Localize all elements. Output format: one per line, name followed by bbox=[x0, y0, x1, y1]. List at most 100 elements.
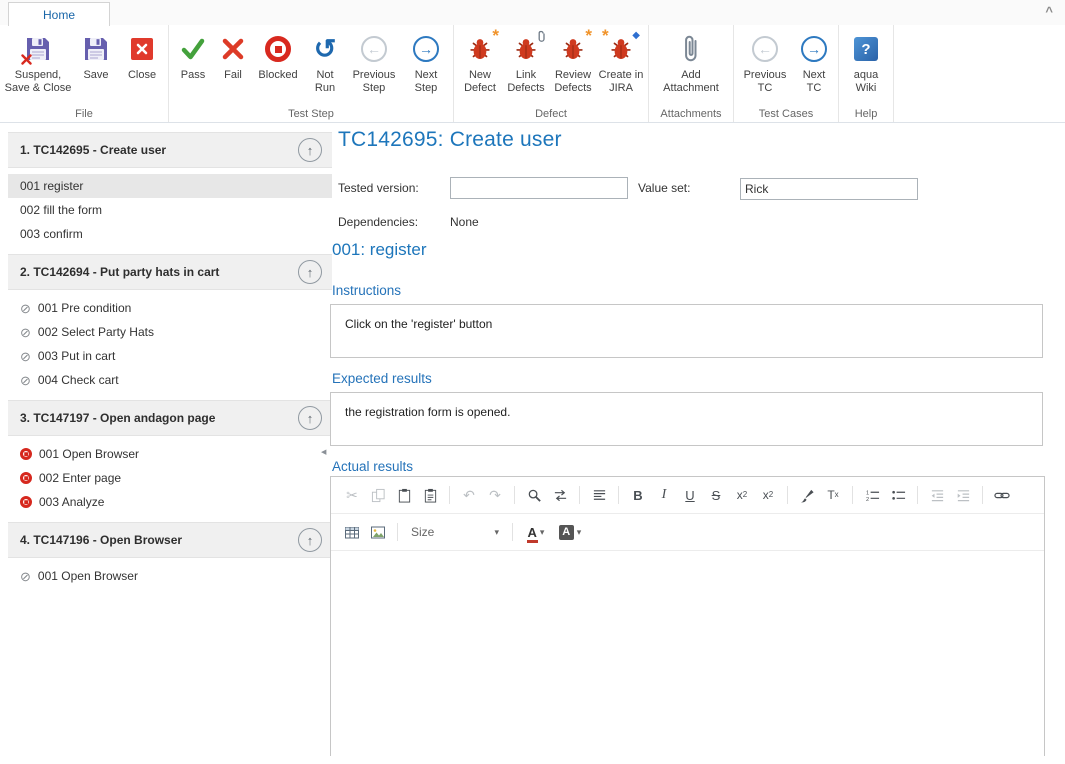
underline-button[interactable]: U bbox=[678, 483, 702, 507]
scroll-to-top-icon[interactable]: ↑ bbox=[298, 528, 322, 552]
link-button[interactable] bbox=[990, 483, 1014, 507]
aqua-test-execution-window: Home ^ Suspend, Save & Close Save bbox=[0, 0, 1065, 764]
close-button[interactable]: Close bbox=[120, 25, 164, 82]
step-label: 001 Open Browser bbox=[38, 569, 138, 583]
next-step-button[interactable]: → Next Step bbox=[403, 25, 449, 95]
step-item[interactable]: ⊘ 001 Open Browser bbox=[8, 564, 332, 588]
strikethrough-button[interactable]: S bbox=[704, 483, 728, 507]
aqua-wiki-button[interactable]: ? aqua Wiki bbox=[843, 25, 889, 95]
new-defect-button[interactable]: * New Defect bbox=[458, 25, 502, 95]
tab-home[interactable]: Home bbox=[8, 2, 110, 26]
format-painter-button[interactable] bbox=[795, 483, 819, 507]
step-list: 001 register 002 fill the form 003 confi… bbox=[8, 168, 332, 246]
testcase-title: 2. TC142694 - Put party hats in cart bbox=[20, 265, 298, 279]
expected-results-heading: Expected results bbox=[332, 371, 432, 386]
find-button[interactable] bbox=[522, 483, 546, 507]
subscript-button[interactable]: x2 bbox=[730, 483, 754, 507]
next-tc-button[interactable]: → Next TC bbox=[794, 25, 834, 95]
tested-version-input[interactable] bbox=[450, 177, 628, 199]
increase-indent-button[interactable] bbox=[951, 483, 975, 507]
not-run-icon: ⊘ bbox=[20, 302, 31, 315]
step-list: ⊘ 001 Pre condition ⊘002 Select Party Hat… bbox=[8, 290, 332, 392]
group-label-defect: Defect bbox=[454, 108, 648, 120]
pass-label: Pass bbox=[181, 69, 205, 82]
step-item[interactable]: ⊘002 Select Party Hats bbox=[8, 320, 332, 344]
not-run-icon: ⊘ bbox=[20, 570, 31, 583]
testcase-header[interactable]: 4. TC147196 - Open Browser ↑ bbox=[8, 522, 332, 558]
text-color-swatch bbox=[527, 540, 538, 543]
font-size-select[interactable]: Size ▾ bbox=[405, 520, 505, 544]
scroll-to-top-icon[interactable]: ↑ bbox=[298, 260, 322, 284]
scroll-to-top-icon[interactable]: ↑ bbox=[298, 138, 322, 162]
paste-plain-text-button[interactable] bbox=[418, 483, 442, 507]
instructions-text: Click on the 'register' button bbox=[345, 317, 492, 331]
toolbar-separator bbox=[449, 486, 450, 504]
background-color-button[interactable]: A ▾ bbox=[554, 520, 586, 544]
italic-button[interactable]: I bbox=[652, 483, 676, 507]
cut-button[interactable]: ✂ bbox=[340, 483, 364, 507]
bullet-list-button[interactable] bbox=[886, 483, 910, 507]
blocked-button[interactable]: Blocked bbox=[253, 25, 303, 82]
scroll-to-top-icon[interactable]: ↑ bbox=[298, 406, 322, 430]
step-label: 001 Pre condition bbox=[38, 301, 131, 315]
testcase-section: 2. TC142694 - Put party hats in cart ↑ ⊘… bbox=[8, 254, 332, 392]
superscript-button[interactable]: x2 bbox=[756, 483, 780, 507]
remove-format-button[interactable]: Tx bbox=[821, 483, 845, 507]
decrease-indent-button[interactable] bbox=[925, 483, 949, 507]
step-label: 002 Select Party Hats bbox=[38, 325, 154, 339]
collapse-ribbon-icon[interactable]: ^ bbox=[1045, 4, 1053, 19]
splitter-collapse-icon[interactable]: ◀ bbox=[321, 448, 326, 456]
testcase-title: 4. TC147196 - Open Browser bbox=[20, 533, 298, 547]
step-item[interactable]: 002 fill the form bbox=[8, 198, 332, 222]
step-item[interactable]: 003 confirm bbox=[8, 222, 332, 246]
review-defects-button[interactable]: * Review Defects bbox=[550, 25, 596, 95]
step-item[interactable]: 002 Enter page bbox=[8, 466, 332, 490]
value-set-input[interactable] bbox=[740, 178, 918, 200]
copy-button[interactable] bbox=[366, 483, 390, 507]
insert-table-button[interactable] bbox=[340, 520, 364, 544]
step-item[interactable]: ⊘004 Check cart bbox=[8, 368, 332, 392]
step-item[interactable]: 001 register bbox=[8, 174, 332, 198]
editor-toolbar-row-1: ✂ ↶ ↷ bbox=[331, 477, 1044, 514]
create-in-jira-label: Create in JIRA bbox=[598, 69, 644, 95]
testcase-header[interactable]: 2. TC142694 - Put party hats in cart ↑ bbox=[8, 254, 332, 290]
fail-button[interactable]: Fail bbox=[215, 25, 251, 82]
add-attachment-button[interactable]: Add Attachment bbox=[653, 25, 729, 95]
test-case-detail-pane: TC142695: Create user Tested version: Va… bbox=[330, 128, 1065, 764]
numbered-list-button[interactable]: 12 bbox=[860, 483, 884, 507]
testcase-section: 3. TC147197 - Open andagon page ↑ 001 Op… bbox=[8, 400, 332, 514]
testcase-header[interactable]: 1. TC142695 - Create user ↑ bbox=[8, 132, 332, 168]
value-set-label: Value set: bbox=[638, 181, 690, 195]
bold-button[interactable]: B bbox=[626, 483, 650, 507]
replace-button[interactable] bbox=[548, 483, 572, 507]
test-step-navigator: 1. TC142695 - Create user ↑ 001 register… bbox=[8, 132, 332, 764]
paste-button[interactable] bbox=[392, 483, 416, 507]
step-heading: 001: register bbox=[332, 240, 427, 260]
undo-button[interactable]: ↶ bbox=[457, 483, 481, 507]
redo-button[interactable]: ↷ bbox=[483, 483, 507, 507]
save-icon bbox=[83, 30, 109, 68]
create-in-jira-button[interactable]: * ◆ Create in JIRA bbox=[598, 25, 644, 95]
testcase-header[interactable]: 3. TC147197 - Open andagon page ↑ bbox=[8, 400, 332, 436]
actual-results-text-area[interactable] bbox=[331, 551, 1044, 757]
group-label-help: Help bbox=[839, 108, 893, 120]
save-button[interactable]: Save bbox=[74, 25, 118, 82]
previous-tc-button[interactable]: ← Previous TC bbox=[738, 25, 792, 95]
step-item[interactable]: ⊘ 001 Pre condition bbox=[8, 296, 332, 320]
step-item[interactable]: 001 Open Browser bbox=[8, 442, 332, 466]
step-item[interactable]: ⊘003 Put in cart bbox=[8, 344, 332, 368]
text-color-button[interactable]: A ▾ bbox=[520, 520, 552, 544]
insert-image-button[interactable] bbox=[366, 520, 390, 544]
step-item[interactable]: 003 Analyze bbox=[8, 490, 332, 514]
paragraph-format-button[interactable] bbox=[587, 483, 611, 507]
previous-step-label: Previous Step bbox=[347, 69, 401, 95]
toolbar-separator bbox=[514, 486, 515, 504]
not-run-button[interactable]: ↺ Not Run bbox=[305, 25, 345, 95]
suspend-save-close-button[interactable]: Suspend, Save & Close bbox=[4, 25, 72, 95]
pass-button[interactable]: Pass bbox=[173, 25, 213, 82]
previous-step-button[interactable]: ← Previous Step bbox=[347, 25, 401, 95]
ribbon-group-attachments: Add Attachment Attachments bbox=[649, 25, 734, 122]
link-defects-button[interactable]: Link Defects bbox=[504, 25, 548, 95]
next-tc-icon: → bbox=[801, 30, 827, 68]
expected-results-box: the registration form is opened. bbox=[330, 392, 1043, 446]
